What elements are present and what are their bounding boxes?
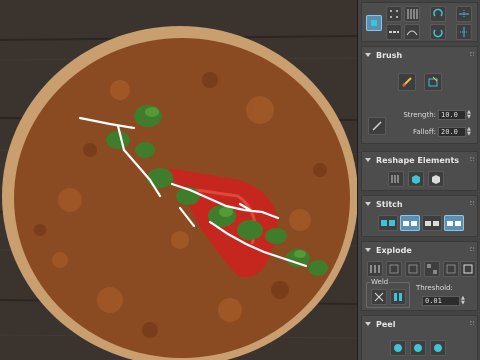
top-toolbar bbox=[361, 2, 478, 42]
brush-rollout: Brush Strength: 10.0 ▲ ▼ Falloff: 20.0 ▲ ▼ bbox=[361, 46, 478, 144]
detach-edge-verts-button[interactable] bbox=[386, 261, 402, 277]
drag-grip-icon[interactable] bbox=[470, 52, 474, 56]
stitch-to-source-button[interactable] bbox=[400, 215, 420, 231]
flip-vertical-icon[interactable] bbox=[456, 24, 472, 40]
peel-title: Peel bbox=[376, 319, 396, 329]
drag-grip-icon[interactable] bbox=[470, 157, 474, 161]
rotate-ccw-icon[interactable] bbox=[430, 24, 446, 40]
rotate-cw-icon[interactable] bbox=[430, 6, 446, 22]
falloff-spinner[interactable]: 20.0 bbox=[438, 127, 466, 137]
threshold-spinner[interactable]: 0.01 bbox=[422, 296, 460, 306]
weld-all-button[interactable] bbox=[390, 289, 406, 305]
paint-brush-button[interactable] bbox=[398, 73, 416, 91]
relax-icon[interactable] bbox=[404, 24, 420, 40]
stitch-custom-button[interactable] bbox=[378, 215, 398, 231]
stitch-rollout: Stitch bbox=[361, 195, 478, 237]
collapse-triangle-icon bbox=[365, 158, 371, 162]
viewport-canvas[interactable] bbox=[0, 0, 357, 360]
strength-spinner[interactable]: 10.0 bbox=[438, 110, 466, 120]
reshape-title: Reshape Elements bbox=[376, 155, 460, 165]
brush-rollout-header[interactable]: Brush bbox=[362, 47, 477, 63]
explode-rollout-header[interactable]: Explode bbox=[362, 242, 477, 258]
falloff-spinner-arrows[interactable]: ▲ ▼ bbox=[467, 127, 473, 137]
flatten-by-material-button[interactable] bbox=[443, 261, 459, 277]
peel-rollout: Peel bbox=[361, 315, 478, 360]
drag-grip-icon[interactable] bbox=[470, 247, 474, 251]
drag-grip-icon[interactable] bbox=[470, 201, 474, 205]
threshold-label: Threshold: bbox=[416, 284, 453, 292]
weld-label: Weld bbox=[370, 278, 390, 286]
stitch-rollout-header[interactable]: Stitch bbox=[362, 196, 477, 212]
reshape-elements-rollout: Reshape Elements bbox=[361, 151, 478, 191]
flatten-by-polygon-angle-button[interactable] bbox=[405, 261, 421, 277]
break-button[interactable] bbox=[367, 261, 383, 277]
brush-line-button[interactable] bbox=[368, 117, 386, 135]
collapse-triangle-icon bbox=[365, 53, 371, 57]
threshold-spinner-arrows[interactable]: ▲ ▼ bbox=[461, 296, 467, 306]
grid-align-icon[interactable] bbox=[386, 6, 402, 22]
flatten-by-smoothing-button[interactable] bbox=[424, 261, 440, 277]
stitch-title: Stitch bbox=[376, 199, 403, 209]
strength-spinner-arrows[interactable]: ▲ ▼ bbox=[467, 110, 473, 120]
strength-label: Strength: bbox=[403, 111, 436, 119]
explode-rollout: Explode Weld Threshold: 0.01 ▲ ▼ bbox=[361, 241, 478, 311]
collapse-triangle-icon bbox=[365, 322, 371, 326]
explode-more-button[interactable] bbox=[460, 261, 476, 277]
reset-peel-button[interactable] bbox=[430, 340, 446, 356]
relax-until-flat-button[interactable] bbox=[408, 171, 424, 187]
weld-selected-button[interactable] bbox=[371, 289, 387, 305]
peel-rollout-header[interactable]: Peel bbox=[362, 316, 477, 332]
command-panel: Brush Strength: 10.0 ▲ ▼ Falloff: 20.0 ▲ ▼… bbox=[357, 0, 480, 360]
relax-button[interactable] bbox=[428, 171, 444, 187]
stitch-to-target-button[interactable] bbox=[444, 215, 464, 231]
explode-title: Explode bbox=[376, 245, 412, 255]
relax-brush-button[interactable] bbox=[424, 73, 442, 91]
peel-mode-button[interactable] bbox=[410, 340, 426, 356]
quick-peel-button[interactable] bbox=[390, 340, 406, 356]
reshape-rollout-header[interactable]: Reshape Elements bbox=[362, 152, 477, 168]
align-columns-icon[interactable] bbox=[404, 6, 420, 22]
flip-horizontal-icon[interactable] bbox=[456, 6, 472, 22]
distribute-icon[interactable] bbox=[386, 24, 402, 40]
straighten-selection-button[interactable] bbox=[388, 171, 404, 187]
collapse-triangle-icon bbox=[365, 202, 371, 206]
select-mode-button[interactable] bbox=[366, 15, 382, 31]
uv-editor-viewport[interactable] bbox=[0, 0, 357, 360]
drag-grip-icon[interactable] bbox=[470, 321, 474, 325]
collapse-triangle-icon bbox=[365, 248, 371, 252]
stitch-average-button[interactable] bbox=[422, 215, 442, 231]
falloff-label: Falloff: bbox=[412, 128, 436, 136]
brush-title: Brush bbox=[376, 50, 403, 60]
